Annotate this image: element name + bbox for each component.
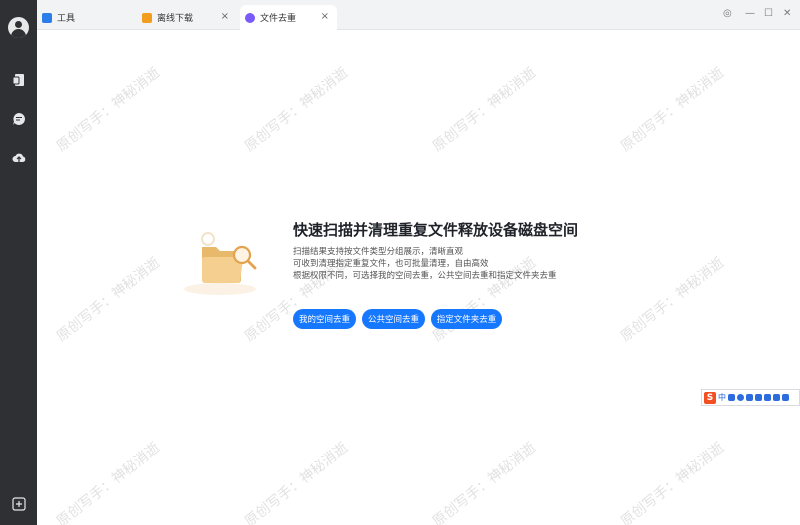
punctuation-icon[interactable] xyxy=(728,394,735,401)
settings-icon[interactable]: ◎ xyxy=(723,9,732,19)
watermark: 原创写手：神秘消逝 xyxy=(429,64,539,155)
watermark: 原创写手：神秘消逝 xyxy=(241,64,351,155)
avatar[interactable] xyxy=(8,17,29,38)
my-space-dedupe-button[interactable]: 我的空间去重 xyxy=(293,309,356,329)
close-icon[interactable]: × xyxy=(221,12,229,22)
watermark: 原创写手：神秘消逝 xyxy=(53,254,163,345)
folder-search-illustration xyxy=(180,225,265,300)
watermark: 原创写手：神秘消逝 xyxy=(241,439,351,525)
watermark: 原创写手：神秘消逝 xyxy=(617,64,727,155)
download-icon xyxy=(142,12,152,23)
tab-label: 工具 xyxy=(57,14,76,24)
page-title: 快速扫描并清理重复文件释放设备磁盘空间 xyxy=(293,221,579,239)
dedupe-icon xyxy=(245,12,255,23)
sidebar xyxy=(0,0,37,525)
files-icon[interactable] xyxy=(12,73,26,87)
feature-description-line: 根据权限不同，可选择我的空间去重，公共空间去重和指定文件夹去重 xyxy=(293,271,557,281)
toolbox-icon[interactable] xyxy=(773,394,780,401)
tab-label: 文件去重 xyxy=(260,14,297,24)
tab-offline-download[interactable]: 离线下载 × xyxy=(137,5,237,30)
emoji-icon[interactable] xyxy=(737,394,744,401)
chat-icon[interactable] xyxy=(12,112,26,126)
tab-file-dedupe[interactable]: 文件去重 × xyxy=(240,5,337,30)
toolbox-icon xyxy=(42,12,52,23)
menu-icon[interactable] xyxy=(782,394,789,401)
watermark: 原创写手：神秘消逝 xyxy=(53,64,163,155)
watermark: 原创写手：神秘消逝 xyxy=(53,439,163,525)
ime-toolbar[interactable]: S 中 xyxy=(701,389,800,406)
watermark: 原创写手：神秘消逝 xyxy=(617,254,727,345)
watermark: 原创写手：神秘消逝 xyxy=(429,439,539,525)
public-space-dedupe-button[interactable]: 公共空间去重 xyxy=(362,309,425,329)
minimize-button[interactable]: — xyxy=(745,9,755,19)
tab-bar: 工具 离线下载 × 文件去重 × ◎ — ☐ ✕ xyxy=(37,0,800,30)
watermark: 原创写手：神秘消逝 xyxy=(617,439,727,525)
close-icon[interactable]: × xyxy=(321,12,329,22)
maximize-button[interactable]: ☐ xyxy=(764,9,773,19)
feature-description-line: 扫描结果支持按文件类型分组展示，清晰直观 xyxy=(293,247,464,257)
cloud-icon[interactable] xyxy=(12,151,26,165)
folder-dedupe-button[interactable]: 指定文件夹去重 xyxy=(431,309,502,329)
ime-logo[interactable]: S xyxy=(704,391,716,404)
microphone-icon[interactable] xyxy=(746,394,753,401)
close-button[interactable]: ✕ xyxy=(783,9,791,19)
skin-icon[interactable] xyxy=(764,394,771,401)
feature-description-line: 可收到清理指定重复文件，也可批量清理，自由高效 xyxy=(293,259,489,269)
keyboard-icon[interactable] xyxy=(755,394,762,401)
tab-tools[interactable]: 工具 xyxy=(37,5,137,30)
ime-language-toggle[interactable]: 中 xyxy=(718,392,726,403)
add-icon[interactable] xyxy=(12,497,26,511)
tab-label: 离线下载 xyxy=(157,14,194,24)
